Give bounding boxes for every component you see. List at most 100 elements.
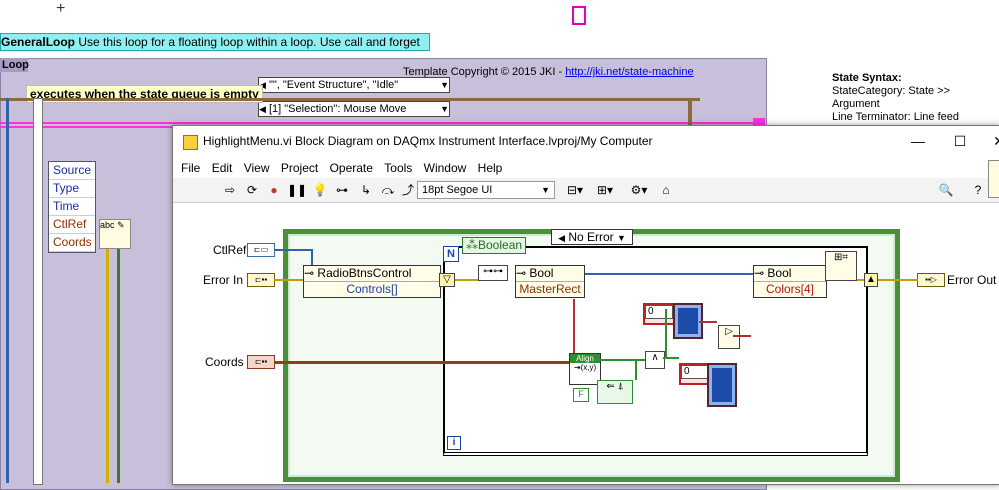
coords-label: Coords: [205, 355, 244, 369]
menu-window[interactable]: Window: [424, 158, 467, 178]
ctlref-label: CtlRef: [213, 243, 247, 257]
retain-wire-values-icon[interactable]: ⊶: [333, 181, 351, 199]
coords-wire: [274, 361, 571, 364]
diagram-canvas[interactable]: ◀ No Error ▼ N i CtlRef ⊏▭ Error In ⊏▪▪ …: [173, 203, 999, 484]
numeric-constant-1-value: 0: [645, 305, 673, 319]
event-data-node[interactable]: Source Type Time CtlRef Coords: [48, 161, 96, 253]
color-box-inner: [709, 365, 735, 405]
menu-view[interactable]: View: [244, 158, 270, 178]
numeric-constant-2-value: 0: [681, 365, 709, 379]
state-syntax-line: Line Terminator: Line feed: [832, 111, 959, 123]
general-loop-text: Use this loop for a floating loop within…: [78, 35, 420, 49]
tunnel-icon: ▲: [864, 273, 878, 287]
green-wire-4: [665, 309, 667, 359]
decrement-arrow-icon[interactable]: ◀: [558, 233, 565, 243]
string-wire-vertical: [106, 247, 109, 483]
dropdown-arrow-icon[interactable]: ▼: [440, 102, 449, 116]
distribute-objects-icon[interactable]: ⊞▾: [593, 181, 617, 199]
crosshair-cursor-icon: +: [56, 0, 66, 17]
menu-operate[interactable]: Operate: [330, 158, 373, 178]
state-syntax-note: State Syntax: StateCategory: State >> Ar…: [832, 72, 959, 124]
dropdown-arrow-icon[interactable]: ▼: [440, 78, 449, 92]
pause-icon[interactable]: ❚❚: [287, 181, 307, 199]
class-icon: ⁂: [466, 238, 478, 252]
radio-btns-property-node[interactable]: ⊸ RadioBtnsControl Controls[]: [303, 265, 441, 298]
bool-property-node-2[interactable]: ⊸ Bool Colors[4]: [753, 265, 827, 298]
cleanup-diagram-icon[interactable]: ⌂: [657, 181, 675, 199]
event-case-selector[interactable]: ◀ "", "Event Structure", "Idle" ▼: [258, 77, 450, 93]
window-title: HighlightMenu.vi Block Diagram on DAQmx …: [203, 134, 653, 148]
case-selector-text: No Error: [568, 230, 614, 244]
loop-count-terminal[interactable]: N: [443, 246, 459, 262]
merge-errors-node[interactable]: ⊞⌗: [825, 251, 857, 281]
step-into-icon[interactable]: ↳: [357, 181, 375, 199]
step-out-icon[interactable]: ⤴: [399, 181, 417, 199]
key-icon: ⊸: [516, 266, 527, 280]
bool2-node-top: ⊸ Bool: [754, 266, 826, 281]
dropdown-arrow-icon[interactable]: ▼: [617, 233, 626, 243]
numeric-constant-1[interactable]: 0: [643, 303, 675, 325]
coords-terminal[interactable]: ⊏▪▪: [247, 355, 275, 369]
pink-selection-marker: [572, 6, 586, 25]
reorder-icon[interactable]: ⚙▾: [627, 181, 651, 199]
font-select-value: 18pt Segoe UI: [422, 184, 493, 196]
labview-vi-icon: [183, 135, 198, 150]
mouse-move-case-selector[interactable]: ◀ [1] "Selection": Mouse Move ▼: [258, 101, 450, 117]
boolean-class-constant[interactable]: ⁂Boolean: [462, 237, 527, 254]
highlight-execution-icon[interactable]: 💡: [311, 181, 329, 199]
compare-node[interactable]: ⇐ ⍋: [597, 380, 633, 404]
menu-tools[interactable]: Tools: [384, 158, 412, 178]
key-icon: ⊸: [304, 266, 315, 280]
ctlref-terminal[interactable]: ⊏▭: [247, 243, 275, 257]
copyright-link[interactable]: http://jki.net/state-machine: [565, 66, 693, 78]
menu-help[interactable]: Help: [478, 158, 503, 178]
chevron-down-icon: ▼: [541, 185, 550, 195]
error-wire-in: [274, 279, 304, 281]
radio-node-top: ⊸ RadioBtnsControl: [304, 266, 440, 281]
error-in-label: Error In: [203, 273, 244, 287]
maximize-icon[interactable]: ☐: [946, 130, 974, 152]
decrement-arrow-icon[interactable]: ◀: [259, 104, 266, 114]
help-icon[interactable]: ?: [969, 181, 987, 199]
iteration-terminal[interactable]: i: [447, 436, 461, 450]
state-syntax-title: State Syntax:: [832, 72, 902, 84]
abort-icon[interactable]: ●: [265, 181, 283, 199]
block-diagram-window[interactable]: HighlightMenu.vi Block Diagram on DAQmx …: [172, 125, 999, 485]
title-bar[interactable]: HighlightMenu.vi Block Diagram on DAQmx …: [173, 126, 999, 158]
menu-file[interactable]: File: [181, 158, 200, 178]
ref-wire-loop: [583, 273, 763, 275]
error-in-terminal[interactable]: ⊏▪▪: [247, 273, 275, 287]
color-box-2[interactable]: [707, 363, 737, 407]
state-syntax-line: Argument: [832, 98, 880, 110]
case-selector-label[interactable]: ◀ No Error ▼: [551, 229, 633, 245]
boolean-const-text: Boolean: [478, 238, 523, 252]
run-continuously-icon[interactable]: ⟳: [243, 181, 261, 199]
close-icon[interactable]: ✕: [985, 130, 999, 152]
mouse-move-case-selector-text: [1] "Selection": Mouse Move: [268, 103, 407, 115]
bool1-node-title: Bool: [529, 266, 554, 280]
error-out-terminal[interactable]: ▪▪▷: [917, 273, 945, 287]
bool2-node-title: Bool: [767, 266, 792, 280]
align-icon: ⇥(x,y): [573, 363, 597, 372]
bool2-node-bottom: Colors[4]: [754, 281, 826, 297]
minimize-icon[interactable]: —: [904, 130, 932, 152]
string-format-node[interactable]: abc ✎: [99, 219, 131, 249]
false-constant[interactable]: F: [573, 388, 589, 402]
align-objects-icon[interactable]: ⊟▾: [563, 181, 587, 199]
align-label: Align: [570, 354, 600, 363]
menu-project[interactable]: Project: [281, 158, 318, 178]
bool-property-node-1[interactable]: ⊸ Bool MasterRect: [515, 265, 585, 298]
menu-edit[interactable]: Edit: [212, 158, 233, 178]
menu-bar: File Edit View Project Operate Tools Win…: [173, 158, 999, 178]
search-icon[interactable]: 🔍: [937, 181, 955, 199]
ctlref-wire: [274, 249, 312, 251]
step-over-icon[interactable]: ⤼: [379, 181, 397, 199]
select-node[interactable]: ▷: [718, 325, 740, 349]
color-wire-1: [699, 321, 717, 323]
run-arrow-icon[interactable]: ⇨: [221, 181, 239, 199]
and-node[interactable]: ∧: [645, 351, 665, 369]
to-more-specific-node[interactable]: ⊶⊶: [478, 265, 508, 281]
radio-node-title: RadioBtnsControl: [317, 266, 412, 280]
event-data-item: CtlRef: [49, 216, 95, 234]
font-select[interactable]: 18pt Segoe UI ▼: [417, 181, 555, 199]
